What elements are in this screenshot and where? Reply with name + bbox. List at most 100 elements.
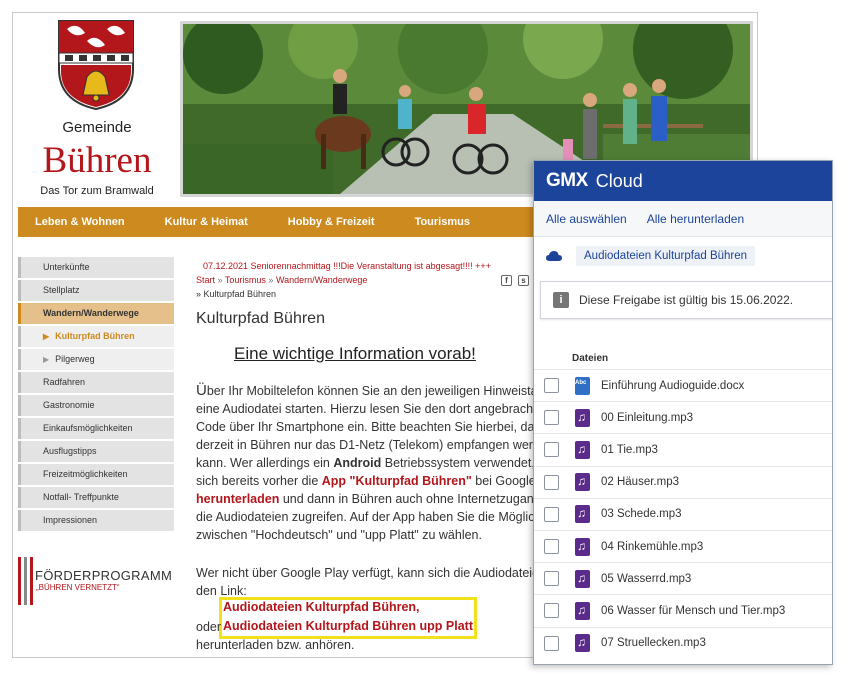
municipality-label: Gemeinde [62,119,132,136]
triangle-right-icon: ▶ [43,332,50,341]
foerder-title: FÖRDERPROGRAMM [35,568,173,583]
page-title: Kulturpfad Bühren [196,310,325,327]
logo-bar [30,557,33,605]
sidebar-item-label: Kulturpfad Bühren [55,331,135,341]
android-keyword: Android [333,456,382,470]
checkbox[interactable] [544,635,559,651]
validity-notice: i Diese Freigabe ist gültig bis 15.06.20… [540,281,832,319]
file-name[interactable]: 01 Tie.mp3 [601,444,658,456]
file-row[interactable]: 04 Rinkemühle.mp3 [534,529,832,562]
app-link[interactable]: App "Kulturpfad Bühren" [322,474,472,488]
text-line: Wer nicht über Google Play verfügt, kann… [196,566,546,580]
sidebar-item-kulturpfad[interactable]: ▶ Kulturpfad Bühren [18,326,174,347]
sidebar-item-radfahren[interactable]: Radfahren [18,372,174,393]
municipality-name: Bühren [42,140,152,181]
file-row[interactable]: 00 Einleitung.mp3 [534,401,832,433]
text-line: sich bereits vorher die [196,474,322,488]
share-icon[interactable]: s [518,275,529,286]
info-icon: i [553,292,569,308]
audio-file-icon [575,601,590,620]
nav-tourismus[interactable]: Tourismus [415,216,470,228]
sidebar-item-notfall[interactable]: Notfall- Treffpunkte [18,487,174,508]
sidebar-item-freizeit[interactable]: Freizeitmöglichkeiten [18,464,174,485]
select-all-button[interactable]: Alle auswählen [546,212,627,226]
sidebar-item-pilgerweg[interactable]: ▶ Pilgerweg [18,349,174,370]
breadcrumb-start[interactable]: Start [196,275,215,285]
gmx-product-name: Cloud [595,170,643,191]
checkbox[interactable] [544,603,559,619]
file-row[interactable]: 03 Schede.mp3 [534,497,832,530]
file-name[interactable]: 05 Wasserrd.mp3 [601,573,691,585]
breadcrumb-separator: » [268,275,274,285]
foerder-subtitle: „BÜHREN VERNETZT“ [36,583,120,592]
file-name[interactable]: 07 Struellecken.mp3 [601,637,706,649]
sidebar-item-impressionen[interactable]: Impressionen [18,510,174,531]
file-row[interactable]: 02 Häuser.mp3 [534,465,832,498]
cloud-icon [546,251,562,261]
audio-file-icon [575,634,590,653]
logo-bar [18,557,21,605]
sidebar-item-ausflugstipps[interactable]: Ausflugstipps [18,441,174,462]
foerderprogramm-logo[interactable]: FÖRDERPROGRAMM „BÜHREN VERNETZT“ [18,553,178,605]
audio-file-icon [575,569,590,588]
breadcrumb-separator: » [196,289,204,299]
gmx-header: GMX Cloud [534,161,832,201]
municipality-tagline: Das Tor zum Bramwald [40,185,154,197]
file-name[interactable]: 06 Wasser für Mensch und Tier.mp3 [601,605,785,617]
nav-leben-wohnen[interactable]: Leben & Wohnen [35,216,125,228]
checkbox[interactable] [544,506,559,522]
triangle-right-icon: ▶ [43,355,50,364]
sidebar-item-einkauf[interactable]: Einkaufsmöglichkeiten [18,418,174,439]
site-logo-area[interactable]: Gemeinde Bühren Das Tor zum Bramwald [13,13,181,208]
checkbox[interactable] [544,442,559,458]
logo-bar [24,557,27,605]
audio-link-upp-platt[interactable]: Audiodateien Kulturpfad Bühren upp Platt [223,619,473,633]
sidebar-item-wandern[interactable]: Wandern/Wanderwege [18,303,174,324]
oder-text: oder [196,620,222,634]
file-name[interactable]: Einführung Audioguide.docx [601,380,744,392]
file-name[interactable]: 02 Häuser.mp3 [601,476,679,488]
checkbox[interactable] [544,539,559,555]
checkbox[interactable] [544,571,559,587]
sidebar-item-gastronomie[interactable]: Gastronomie [18,395,174,416]
sidebar-item-unterkuenfte[interactable]: Unterkünfte [18,257,174,278]
gmx-logo[interactable]: GMX [546,170,588,192]
breadcrumb-tourismus[interactable]: Tourismus [225,275,266,285]
drop-letter: Ü [196,382,207,399]
audio-file-icon [575,440,590,459]
nav-kultur-heimat[interactable]: Kultur & Heimat [165,216,248,228]
breadcrumb-current-label: Kulturpfad Bühren [203,289,277,299]
breadcrumb: Start » Tourismus » Wandern/Wanderwege [196,275,367,285]
text-line: derzeit in Bühren nur das D1-Netz (Telek… [196,438,547,452]
checkbox[interactable] [544,474,559,490]
social-icons: f s [501,275,529,286]
breadcrumb-wandern[interactable]: Wandern/Wanderwege [276,275,367,285]
breadcrumb-separator: » [217,275,223,285]
audio-link-hochdeutsch[interactable]: Audiodateien Kulturpfad Bühren, [223,600,420,614]
nav-hobby-freizeit[interactable]: Hobby & Freizeit [288,216,375,228]
checkbox[interactable] [544,378,559,394]
folder-name[interactable]: Audiodateien Kulturpfad Bühren [576,246,756,266]
text-line: die Audiodateien zugreifen. Auf der App … [196,510,542,524]
news-ticker[interactable]: 07.12.2021 Seniorennachmittag !!!Die Ver… [203,261,491,271]
facebook-icon[interactable]: f [501,275,512,286]
file-row[interactable]: 01 Tie.mp3 [534,433,832,465]
file-name[interactable]: 00 Einleitung.mp3 [601,412,693,424]
file-row[interactable]: Einführung Audioguide.docx [534,369,832,401]
text-line: bei Google [471,474,536,488]
text-line: kann. Wer allerdings ein [196,456,334,470]
coat-of-arms-icon [58,20,134,111]
download-all-button[interactable]: Alle herunterladen [647,212,744,226]
intro-paragraph: Über Ihr Mobiltelefon können Sie an den … [196,382,556,544]
word-doc-icon [575,376,590,395]
sidebar-item-stellplatz[interactable]: Stellplatz [18,280,174,301]
herunterladen-link[interactable]: herunterladen [196,492,279,506]
audio-file-icon [575,473,590,492]
file-name[interactable]: 04 Rinkemühle.mp3 [601,541,703,553]
file-row[interactable]: 05 Wasserrd.mp3 [534,562,832,594]
file-name[interactable]: 03 Schede.mp3 [601,508,682,520]
gmx-cloud-panel: GMX Cloud Alle auswählen Alle herunterla… [533,160,833,665]
checkbox[interactable] [544,410,559,426]
file-row[interactable]: 06 Wasser für Mensch und Tier.mp3 [534,594,832,626]
file-row[interactable]: 07 Struellecken.mp3 [534,626,832,659]
